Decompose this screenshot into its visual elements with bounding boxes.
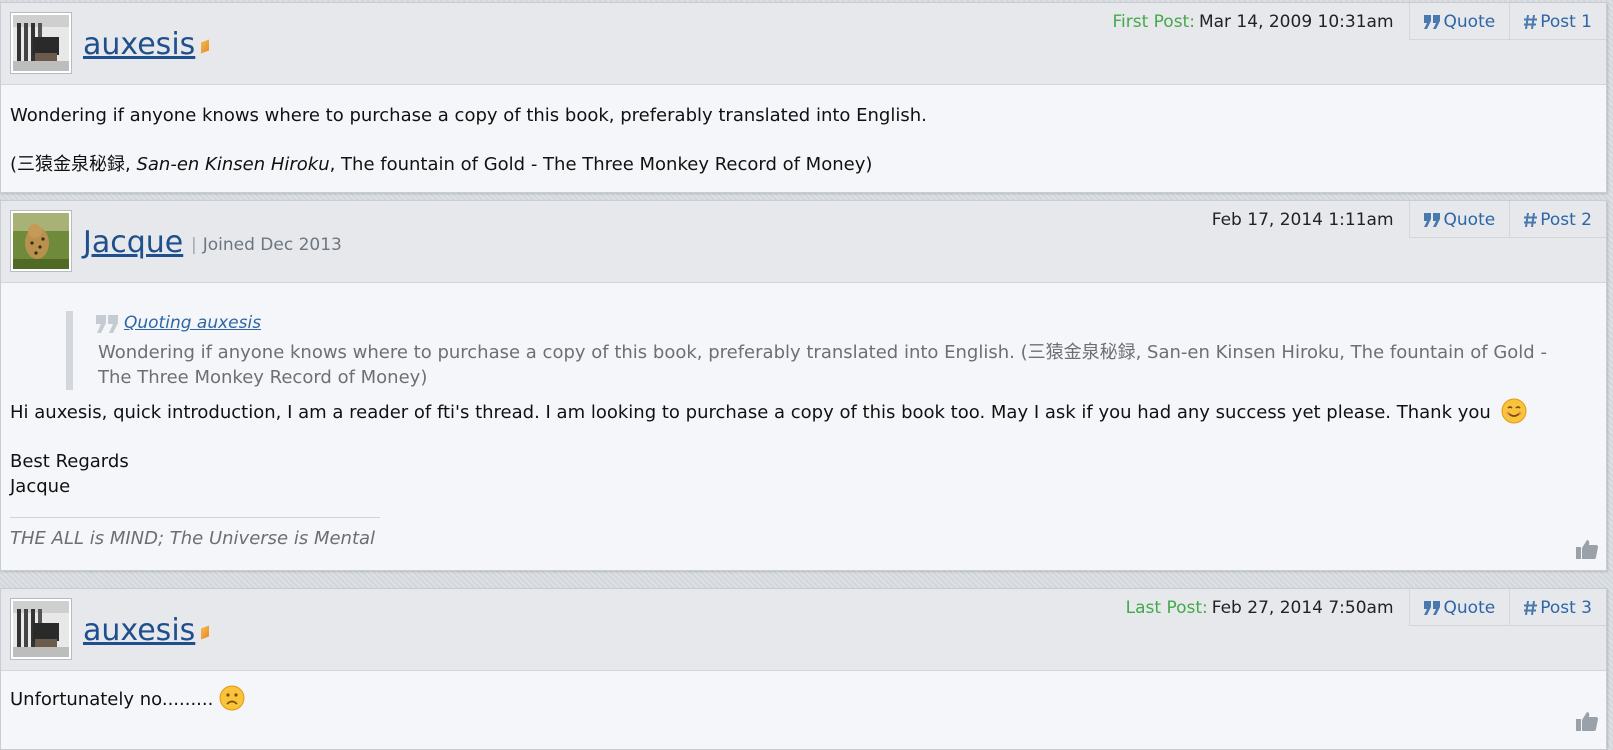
quote-text: Wondering if anyone knows where to purch… (98, 342, 1547, 363)
quote-icon (1423, 15, 1440, 29)
post-text: Unfortunately no......... (10, 685, 1597, 712)
post-1: auxesis First Post: Mar 14, 2009 10:31am … (0, 2, 1607, 193)
post-date: Last Post: Feb 27, 2014 7:50am (1126, 589, 1409, 626)
post-3: auxesis Last Post: Feb 27, 2014 7:50am Qu… (0, 588, 1607, 750)
avatar[interactable] (10, 12, 72, 74)
quote-label: Quote (1443, 210, 1496, 230)
post-text: Wondering if anyone knows where to purch… (10, 105, 927, 126)
post-date: Feb 17, 2014 1:11am (1212, 201, 1409, 238)
online-status-icon (201, 625, 210, 640)
post-number-label: Post 1 (1540, 12, 1592, 32)
username-link[interactable]: Jacque (83, 225, 183, 260)
post-meta: First Post: Mar 14, 2009 10:31am Quote Po… (1112, 3, 1606, 40)
quote-header: Quoting auxesis (96, 311, 1597, 336)
avatar[interactable] (10, 210, 72, 272)
post-date-value: Feb 17, 2014 1:11am (1211, 210, 1394, 230)
quote-icon (1423, 601, 1440, 615)
post-date-value: Mar 14, 2009 10:31am (1198, 12, 1394, 32)
quote-button[interactable]: Quote (1408, 3, 1510, 40)
avatar[interactable] (10, 598, 72, 660)
hash-icon (1524, 15, 1538, 29)
post-number-link[interactable]: Post 3 (1509, 589, 1606, 626)
username-link[interactable]: auxesis (83, 27, 210, 62)
post-header: Jacque | Joined Dec 2013 Feb 17, 2014 1:1… (1, 201, 1606, 283)
hash-icon (1524, 601, 1538, 615)
avatar-image (13, 601, 69, 657)
post-text: Hi auxesis, quick introduction, I am a r… (10, 398, 1597, 425)
last-post-label: Last Post: (1125, 598, 1208, 618)
post-body: Wondering if anyone knows where to purch… (1, 85, 1606, 189)
post-number-link[interactable]: Post 2 (1509, 201, 1606, 238)
quote-button[interactable]: Quote (1408, 201, 1510, 238)
thumbs-up-icon[interactable] (1576, 711, 1598, 731)
post-header: auxesis First Post: Mar 14, 2009 10:31am … (1, 3, 1606, 85)
online-status-icon (201, 39, 210, 54)
post-number-label: Post 2 (1540, 210, 1592, 230)
post-date-value: Feb 27, 2014 7:50am (1211, 598, 1394, 618)
post-meta: Feb 17, 2014 1:11am Quote Post 2 (1212, 201, 1606, 238)
first-post-label: First Post: (1112, 12, 1195, 32)
quote-block: Quoting auxesis Wondering if anyone know… (66, 311, 1597, 390)
post-header: auxesis Last Post: Feb 27, 2014 7:50am Qu… (1, 589, 1606, 671)
quote-mark-icon (96, 314, 118, 333)
post-body: Quoting auxesis Wondering if anyone know… (1, 283, 1606, 563)
post-meta: Last Post: Feb 27, 2014 7:50am Quote Post… (1126, 589, 1606, 626)
post-number-link[interactable]: Post 1 (1509, 3, 1606, 40)
quote-icon (1423, 213, 1440, 227)
hash-icon (1524, 213, 1538, 227)
post-body: Unfortunately no......... (1, 671, 1606, 731)
quote-button[interactable]: Quote (1408, 589, 1510, 626)
username-link[interactable]: auxesis (83, 613, 210, 648)
avatar-image (13, 15, 69, 71)
post-text: (三猿金泉秘録, San-en Kinsen Hiroku, The fount… (10, 154, 873, 175)
thumbs-up-icon[interactable] (1576, 539, 1598, 559)
post-2: Jacque | Joined Dec 2013 Feb 17, 2014 1:1… (0, 200, 1607, 571)
quote-text: The Three Monkey Record of Money) (98, 367, 428, 388)
signature: THE ALL is MIND; The Universe is Mental (10, 528, 376, 549)
quoting-link[interactable]: Quoting auxesis (124, 311, 261, 336)
quote-label: Quote (1443, 12, 1496, 32)
quote-label: Quote (1443, 598, 1496, 618)
post-date: First Post: Mar 14, 2009 10:31am (1112, 3, 1408, 40)
smile-emoji-icon (1501, 398, 1527, 424)
avatar-image (13, 213, 69, 269)
joined-date: | Joined Dec 2013 (191, 235, 342, 255)
post-number-label: Post 3 (1540, 598, 1592, 618)
post-text: Best Regards (10, 451, 129, 472)
frown-emoji-icon (219, 685, 245, 711)
signature-divider (10, 517, 380, 518)
post-text: Jacque (10, 476, 71, 497)
